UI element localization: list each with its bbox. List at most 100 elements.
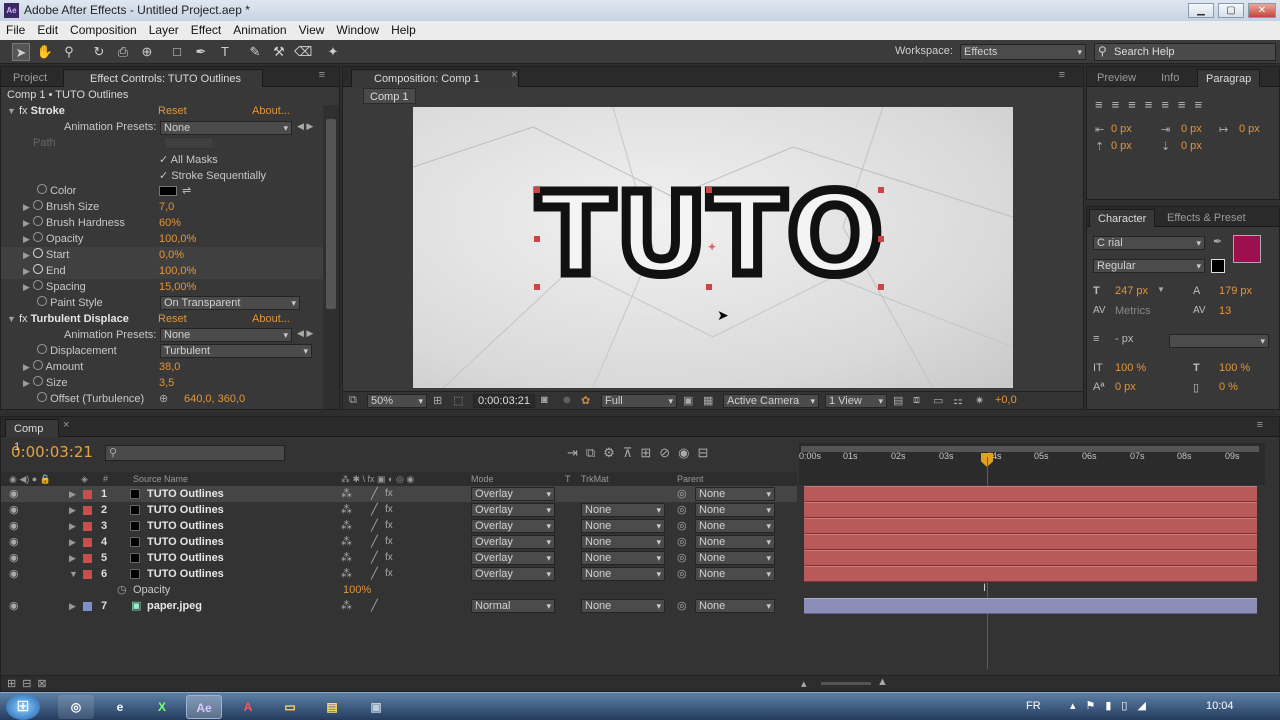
- fx-switch-icon[interactable]: fx: [385, 550, 393, 566]
- stopwatch-active-icon[interactable]: [32, 264, 43, 274]
- tab-info[interactable]: Info: [1153, 69, 1187, 87]
- opacity-property-value[interactable]: 100%: [343, 582, 371, 598]
- stroke-about-link[interactable]: About...: [252, 105, 290, 117]
- timeline-timecode[interactable]: 0:00:03:21: [11, 443, 93, 461]
- camera-tool-icon[interactable]: ⎙: [114, 43, 132, 61]
- layer-name[interactable]: paper.jpeg: [147, 598, 202, 614]
- visibility-eye-icon[interactable]: ◉: [9, 486, 19, 502]
- turbulent-reset-link[interactable]: Reset: [158, 313, 187, 325]
- fast-previews-icon[interactable]: ⧈: [913, 394, 920, 407]
- stroke-width-value[interactable]: - px: [1115, 333, 1133, 345]
- layer-duration-bar-2[interactable]: [804, 502, 1257, 518]
- maximize-button[interactable]: ▢: [1218, 3, 1244, 18]
- hand-tool-icon[interactable]: ✋: [36, 43, 54, 61]
- indent-left-value[interactable]: 0 px: [1111, 123, 1132, 135]
- expand-triangle-icon[interactable]: ▼: [69, 566, 78, 582]
- fx-badge-icon[interactable]: fx: [19, 313, 28, 325]
- label-color-swatch[interactable]: [83, 554, 92, 563]
- stroke-presets-dropdown[interactable]: None: [160, 121, 292, 135]
- timeline-footer-icons[interactable]: ⊞⊟⊠: [7, 677, 53, 690]
- layer-duration-bar-4[interactable]: [804, 534, 1257, 550]
- expand-triangle-icon[interactable]: ▶: [69, 486, 76, 502]
- menu-layer[interactable]: Layer: [143, 21, 185, 40]
- transparency-grid-icon[interactable]: ▦: [703, 394, 713, 407]
- tuto-text-layer[interactable]: TUTO: [531, 171, 891, 300]
- parent-dropdown[interactable]: None: [695, 535, 775, 549]
- layer-row-5[interactable]: ◉ ▶ 5 TUTO Outlines ⁂ ╱ fx Overlay None ◎ None: [1, 550, 797, 566]
- pick-whip-icon[interactable]: ◎: [677, 598, 687, 614]
- collapse-triangle-icon[interactable]: ▼: [7, 106, 16, 116]
- close-tab-icon[interactable]: ×: [63, 419, 69, 431]
- fx-switch-icon[interactable]: fx: [385, 518, 393, 534]
- layer-name[interactable]: TUTO Outlines: [147, 502, 224, 518]
- search-help-field[interactable]: ⚲ Search Help: [1094, 43, 1276, 61]
- tsume-value[interactable]: 0 %: [1219, 381, 1238, 393]
- layer-name[interactable]: TUTO Outlines: [147, 566, 224, 582]
- shy-switch-icon[interactable]: ⁂: [341, 566, 352, 582]
- start-value[interactable]: 0,0%: [159, 247, 184, 263]
- workspace-dropdown[interactable]: Effects: [960, 44, 1086, 60]
- spacing-value[interactable]: 15,00%: [159, 279, 196, 295]
- menu-view[interactable]: View: [293, 21, 331, 40]
- offset-value[interactable]: 640,0, 360,0: [184, 391, 245, 407]
- layer-duration-bar-3[interactable]: [804, 518, 1257, 534]
- ie-taskbar-icon[interactable]: e: [102, 695, 138, 719]
- font-family-dropdown[interactable]: C rial: [1093, 236, 1205, 250]
- expand-triangle-icon[interactable]: ▶: [69, 518, 76, 534]
- tracking-value[interactable]: 13: [1219, 305, 1231, 317]
- parent-dropdown[interactable]: None: [695, 519, 775, 533]
- stroke-sequentially-checkbox[interactable]: ✓ Stroke Sequentially: [159, 169, 266, 182]
- eyedropper-icon[interactable]: ✒: [1213, 235, 1222, 248]
- font-size-value[interactable]: 247 px: [1115, 285, 1148, 297]
- rotate-tool-icon[interactable]: ↻: [90, 43, 108, 61]
- color-swatch[interactable]: [159, 186, 177, 196]
- stopwatch-icon[interactable]: [37, 392, 47, 402]
- parent-dropdown[interactable]: None: [695, 599, 775, 613]
- stopwatch-icon[interactable]: [32, 376, 43, 386]
- track-matte-dropdown[interactable]: None: [581, 551, 665, 565]
- menu-window[interactable]: Window: [330, 21, 385, 40]
- layer-name[interactable]: TUTO Outlines: [147, 518, 224, 534]
- stroke-order-dropdown[interactable]: [1169, 334, 1269, 348]
- turbulent-about-link[interactable]: About...: [252, 313, 290, 325]
- tab-preview[interactable]: Preview: [1089, 69, 1144, 87]
- first-line-indent-value[interactable]: 0 px: [1239, 123, 1260, 135]
- mask-point-handle[interactable]: [534, 187, 540, 193]
- shy-switch-icon[interactable]: ⁂: [341, 502, 352, 518]
- layer-row-6[interactable]: ◉ ▼ 6 TUTO Outlines ⁂ ╱ fx Overlay None ◎ None: [1, 566, 797, 582]
- layer-search-field[interactable]: ⚲: [105, 445, 285, 461]
- time-ruler[interactable]: 0:00s 01s 02s 03s 04s 05s 06s 07s 08s 09…: [799, 443, 1265, 485]
- channel-icon[interactable]: ✿: [581, 394, 590, 407]
- tab-character[interactable]: Character: [1089, 209, 1156, 227]
- fx-switch-icon[interactable]: fx: [385, 566, 393, 582]
- fill-color-swatch[interactable]: [1233, 235, 1261, 263]
- quality-switch-icon[interactable]: ╱: [371, 534, 378, 550]
- expand-triangle-icon[interactable]: ▶: [23, 202, 30, 212]
- label-color-swatch[interactable]: [83, 570, 92, 579]
- anchor-point-icon[interactable]: ✦: [707, 240, 717, 254]
- app-taskbar-icon[interactable]: ▣: [358, 695, 394, 719]
- layer-duration-bar-1[interactable]: [804, 486, 1257, 502]
- shy-switch-icon[interactable]: ⁂: [341, 550, 352, 566]
- menu-animation[interactable]: Animation: [227, 21, 292, 40]
- selection-tool-icon[interactable]: ➤: [12, 43, 30, 61]
- camera-dropdown[interactable]: Active Camera: [723, 394, 819, 408]
- blend-mode-dropdown[interactable]: Overlay: [471, 487, 555, 501]
- layer-duration-bar-5[interactable]: [804, 550, 1257, 566]
- menu-help[interactable]: Help: [385, 21, 422, 40]
- type-tool-icon[interactable]: T: [216, 43, 234, 61]
- expand-triangle-icon[interactable]: ▶: [69, 598, 76, 614]
- space-after-value[interactable]: 0 px: [1181, 140, 1202, 152]
- brush-tool-icon[interactable]: ✎: [246, 43, 264, 61]
- align-buttons-row[interactable]: ≡≡≡≡≡≡≡: [1095, 97, 1211, 112]
- track-matte-dropdown[interactable]: None: [581, 519, 665, 533]
- parent-dropdown[interactable]: None: [695, 487, 775, 501]
- layer-name[interactable]: TUTO Outlines: [147, 550, 224, 566]
- font-size-dropdown-icon[interactable]: ▼: [1157, 285, 1165, 294]
- chrome-taskbar-icon[interactable]: ◎: [58, 695, 94, 719]
- shy-switch-icon[interactable]: ⁂: [341, 598, 352, 614]
- toggle-pixel-aspect-icon[interactable]: ▤: [893, 394, 903, 407]
- shy-switch-icon[interactable]: ⁂: [341, 534, 352, 550]
- menu-file[interactable]: File: [0, 21, 31, 40]
- expand-triangle-icon[interactable]: ▶: [23, 218, 30, 228]
